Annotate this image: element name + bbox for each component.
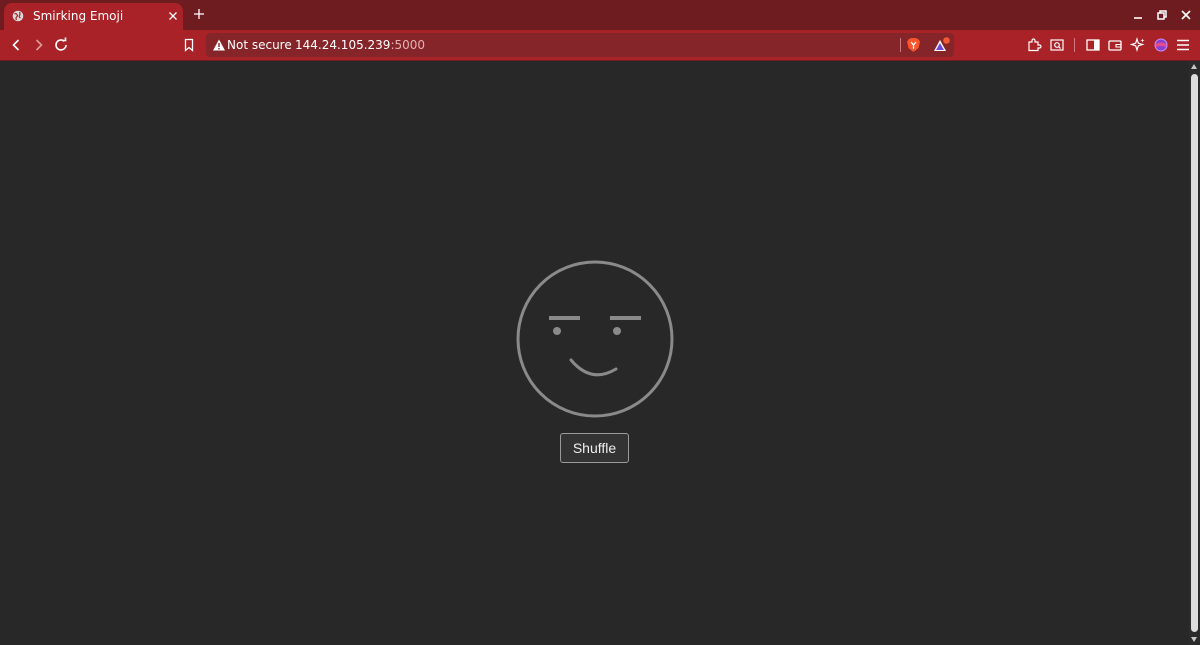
scroll-down-arrow-icon[interactable] [1191,637,1197,642]
smirk-mouth [569,358,618,377]
address-bar[interactable]: Not secure 144.24.105.239:5000 [206,33,954,57]
tab-strip: Smirking Emoji [0,0,1200,30]
page-scrollbar[interactable] [1189,61,1200,645]
address-bar-divider [900,38,901,52]
leo-ai-icon[interactable] [1130,37,1146,53]
tab-smirking-emoji[interactable]: Smirking Emoji [4,3,183,30]
right-eyelid [610,316,641,320]
brave-shields-icon[interactable] [906,37,921,53]
close-tab-icon[interactable] [165,8,181,24]
scrollbar-thumb[interactable] [1191,74,1198,632]
shuffle-button[interactable]: Shuffle [560,433,629,463]
globe-icon [12,10,24,22]
back-icon[interactable] [8,37,24,53]
brave-rewards-icon[interactable] [933,37,951,53]
url-host: 144.24.105.239 [295,38,391,52]
extensions-icon[interactable] [1026,37,1042,53]
screenshot-search-icon[interactable] [1049,37,1065,53]
reload-icon[interactable] [53,37,69,53]
minimize-icon[interactable] [1130,7,1146,23]
scroll-up-arrow-icon[interactable] [1191,64,1197,69]
right-eye [613,327,621,335]
forward-icon[interactable] [31,37,47,53]
warning-icon[interactable] [212,38,226,52]
menu-icon[interactable] [1175,37,1191,53]
url-text[interactable]: 144.24.105.239:5000 [295,38,425,52]
tab-title: Smirking Emoji [33,9,124,23]
close-window-icon[interactable] [1178,7,1194,23]
bookmark-icon[interactable] [181,37,197,53]
smirking-face-emoji [516,260,674,418]
left-eyelid [549,316,580,320]
sidebar-icon[interactable] [1085,37,1101,53]
browser-toolbar: Not secure 144.24.105.239:5000 [0,30,1200,60]
not-secure-label[interactable]: Not secure [227,38,292,52]
vpn-icon[interactable] [1153,37,1169,53]
wallet-icon[interactable] [1107,37,1123,53]
restore-icon[interactable] [1154,7,1170,23]
toolbar-divider [1074,38,1075,52]
new-tab-icon[interactable] [191,6,207,22]
left-eye [553,327,561,335]
url-port: :5000 [390,38,426,52]
